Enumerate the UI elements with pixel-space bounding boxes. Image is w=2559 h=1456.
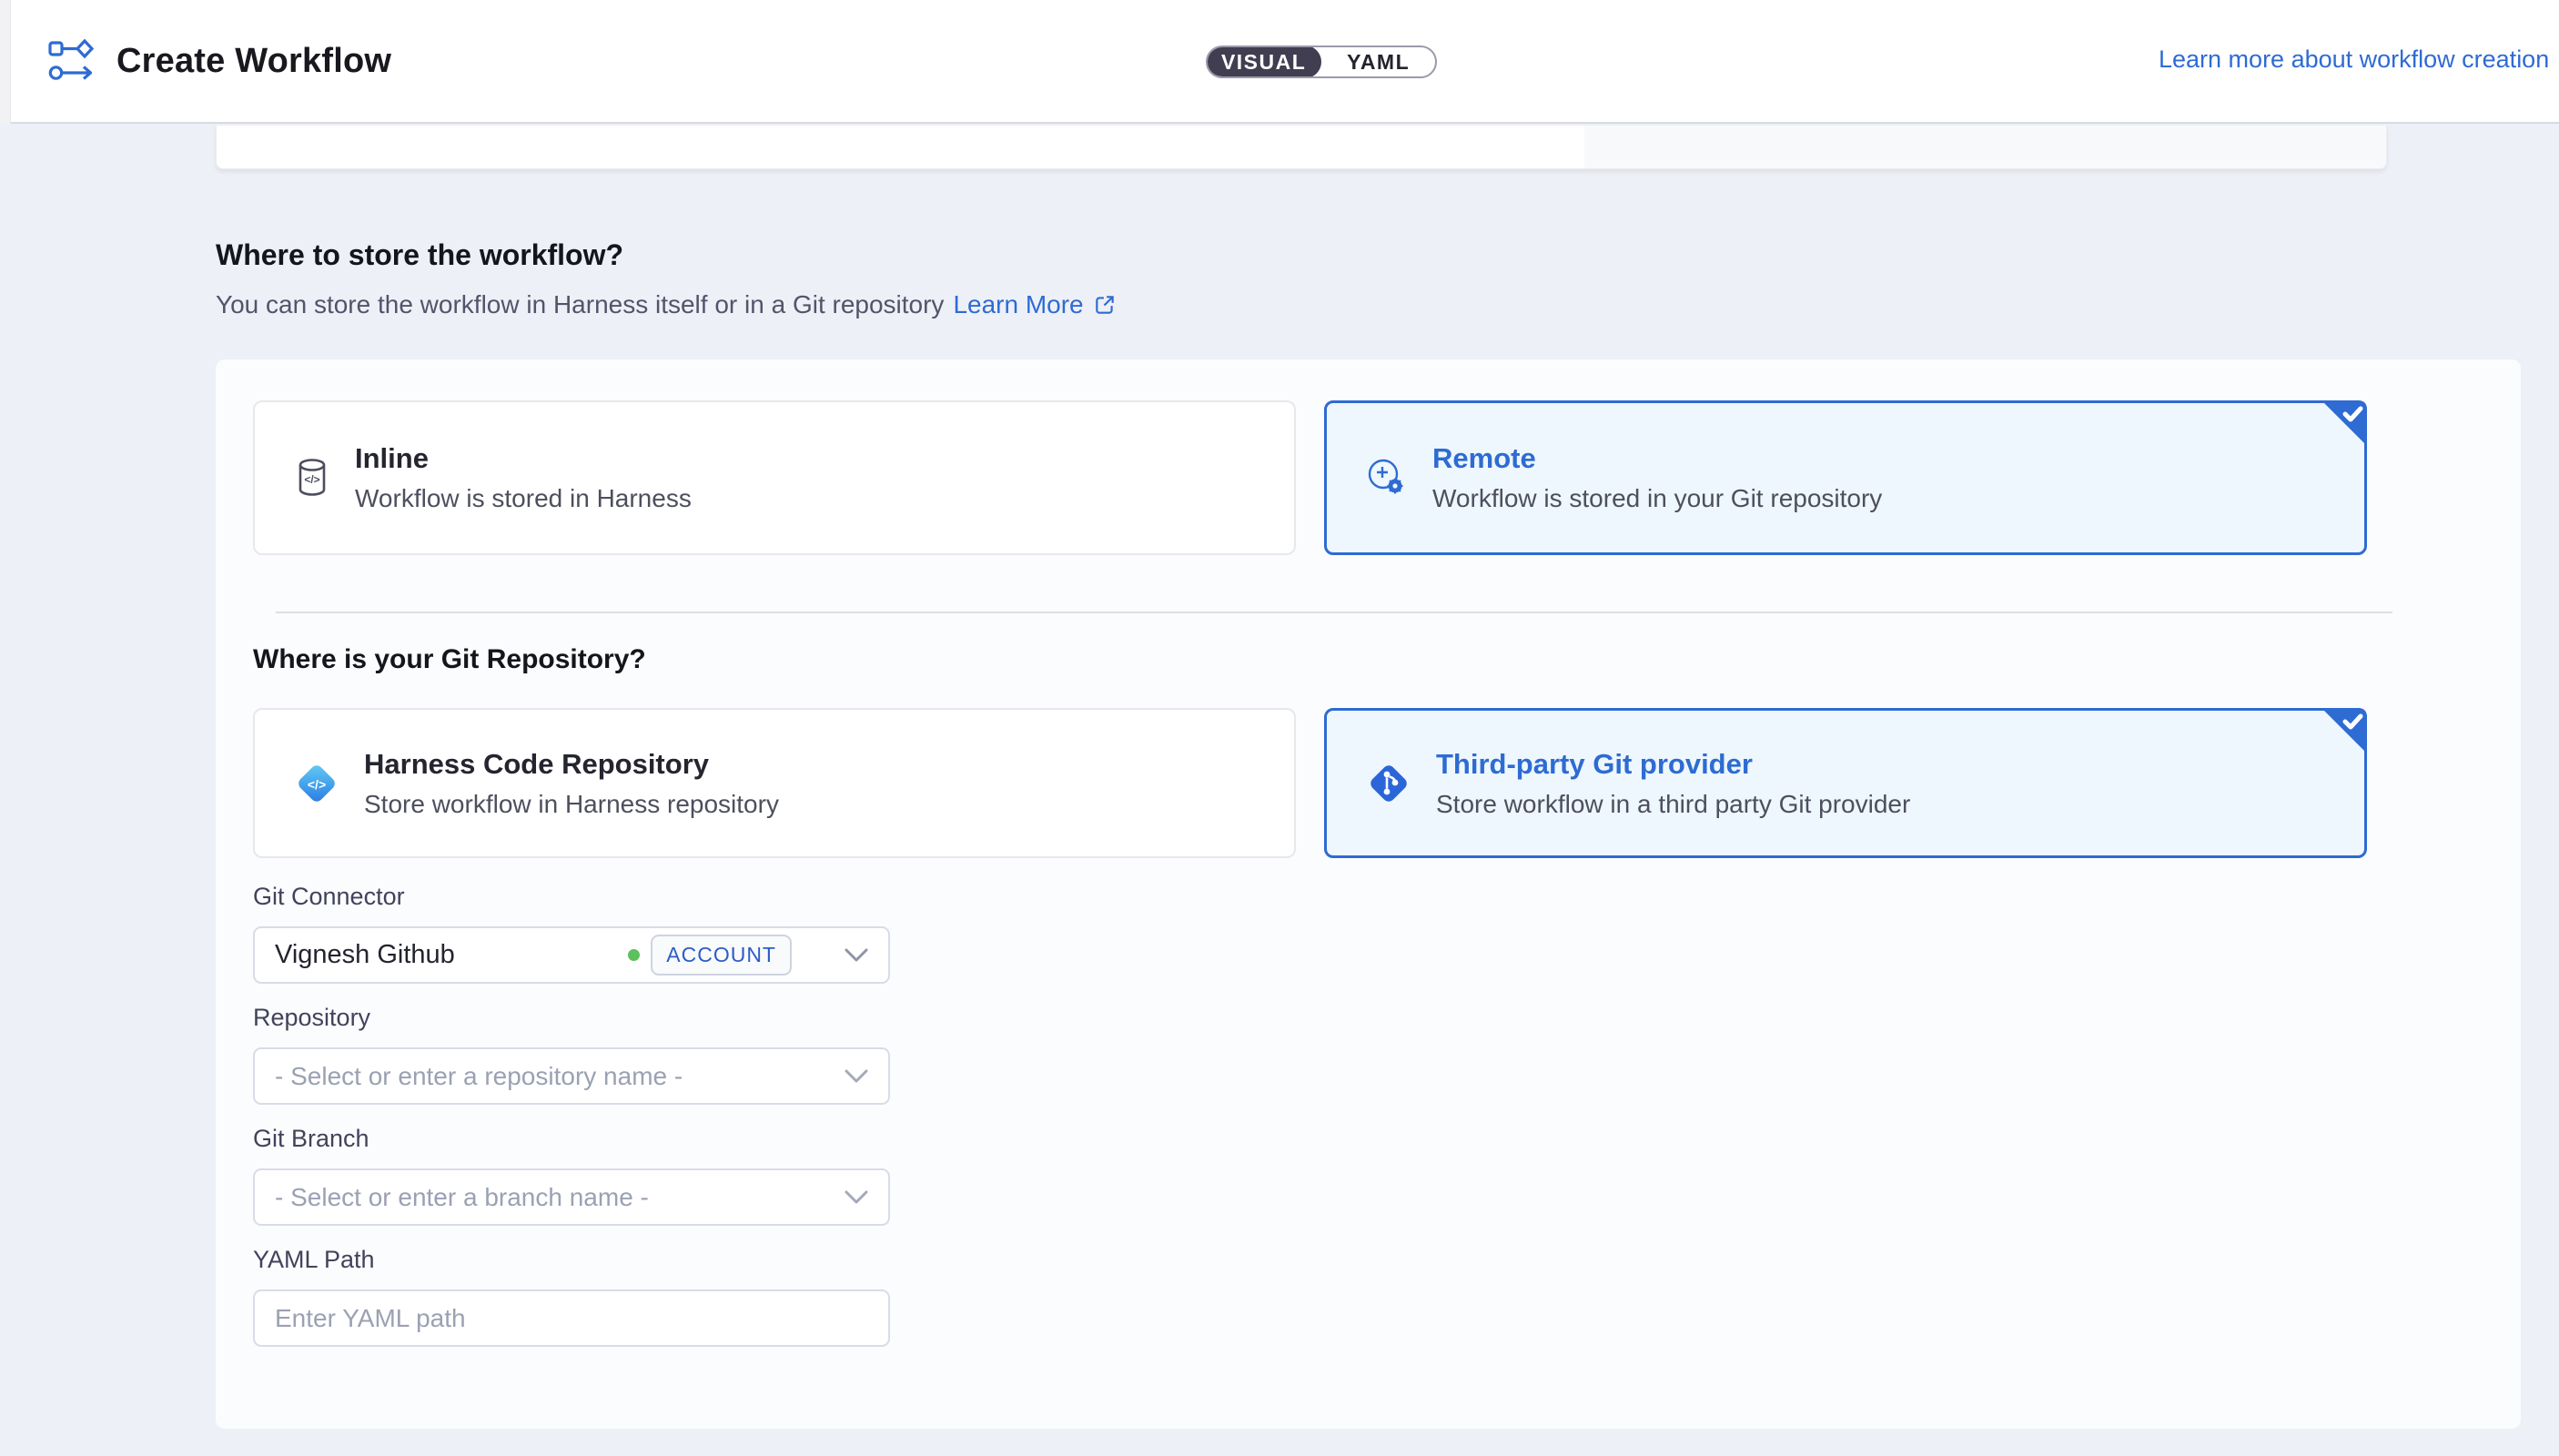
page-header: Create Workflow VISUAL YAML Learn more a… [0, 0, 2559, 124]
svg-text:</>: </> [308, 777, 326, 792]
git-branch-placeholder: - Select or enter a branch name - [275, 1183, 845, 1212]
left-edge-strip [0, 0, 11, 124]
toggle-visual[interactable]: VISUAL [1206, 46, 1321, 78]
learn-more-link[interactable]: Learn More [953, 290, 1083, 319]
git-branch-label: Git Branch [253, 1125, 890, 1153]
inline-card-title: Inline [355, 442, 692, 475]
third-party-git-card[interactable]: Third-party Git provider Store workflow … [1324, 708, 2367, 858]
connector-status-dot [628, 949, 640, 961]
connector-scope-badge: ACCOUNT [651, 935, 792, 976]
workflow-icon [47, 37, 96, 85]
repository-label: Repository [253, 1004, 890, 1032]
page-title: Create Workflow [116, 42, 391, 81]
yaml-path-input[interactable] [275, 1304, 868, 1333]
svg-text:</>: </> [304, 473, 319, 486]
git-connector-select[interactable]: Vignesh Github ACCOUNT [253, 926, 890, 984]
repo-section-heading: Where is your Git Repository? [253, 644, 2521, 675]
remote-card-subtitle: Workflow is stored in your Git repositor… [1432, 484, 1882, 513]
workflow-store-panel: </> Inline Workflow is stored in Harness [216, 359, 2521, 1429]
git-connector-label: Git Connector [253, 883, 890, 911]
scrolled-section-remnant [216, 126, 2387, 169]
visual-yaml-toggle: VISUAL YAML [1206, 46, 1437, 78]
chevron-down-icon[interactable] [845, 1068, 868, 1084]
repository-select[interactable]: - Select or enter a repository name - [253, 1047, 890, 1105]
yaml-path-field[interactable] [253, 1289, 890, 1347]
repository-placeholder: - Select or enter a repository name - [275, 1062, 845, 1091]
yaml-path-label: YAML Path [253, 1246, 890, 1274]
inline-store-card[interactable]: </> Inline Workflow is stored in Harness [253, 400, 1296, 555]
selected-check-badge [2316, 400, 2367, 456]
external-link-icon [1093, 293, 1117, 317]
chevron-down-icon[interactable] [845, 1189, 868, 1205]
harness-code-icon: </> [293, 760, 340, 807]
inline-db-icon: </> [293, 456, 331, 500]
git-provider-icon [1365, 760, 1412, 807]
third-party-card-title: Third-party Git provider [1436, 748, 1910, 781]
remote-card-title: Remote [1432, 442, 1882, 475]
remote-store-card[interactable]: Remote Workflow is stored in your Git re… [1324, 400, 2367, 555]
remnant-right-pane [1584, 126, 2386, 168]
learn-more-workflow-link[interactable]: Learn more about workflow creation [2159, 46, 2549, 74]
git-connector-value: Vignesh Github [275, 940, 455, 970]
store-section-heading: Where to store the workflow? [216, 238, 1117, 272]
harness-code-card-subtitle: Store workflow in Harness repository [364, 790, 779, 819]
inline-card-subtitle: Workflow is stored in Harness [355, 484, 692, 513]
remote-icon [1365, 456, 1409, 500]
selected-check-badge [2316, 708, 2367, 763]
chevron-down-icon[interactable] [845, 947, 868, 963]
store-section-description: You can store the workflow in Harness it… [216, 290, 944, 319]
remnant-left-pane [217, 126, 1584, 168]
harness-code-repo-card[interactable]: </> Harness Code Repository Store workfl… [253, 708, 1296, 858]
harness-code-card-title: Harness Code Repository [364, 748, 779, 781]
toggle-yaml[interactable]: YAML [1321, 47, 1435, 76]
section-divider [276, 612, 2392, 613]
third-party-card-subtitle: Store workflow in a third party Git prov… [1436, 790, 1910, 819]
git-branch-select[interactable]: - Select or enter a branch name - [253, 1168, 890, 1226]
